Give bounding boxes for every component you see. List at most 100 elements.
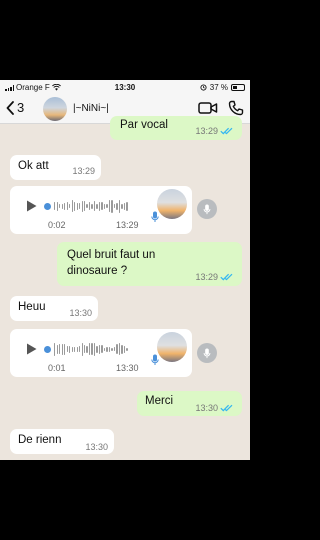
mic-icon <box>151 211 159 222</box>
waveform-bar <box>108 346 111 352</box>
waveform-bar <box>96 203 98 209</box>
waveform-bar <box>98 344 101 354</box>
waveform-bar <box>86 345 88 353</box>
waveform-bar <box>56 344 58 354</box>
waveform-bar <box>54 342 56 356</box>
status-bar: Orange F 13:30 37 % <box>0 80 250 94</box>
chat-screen: Orange F 13:30 37 % 3 |~NiNi~| Par vocal… <box>0 80 250 460</box>
message-time: 13:29 <box>195 126 218 136</box>
phone-call-icon[interactable] <box>228 100 244 116</box>
message-time: 13:30 <box>195 403 218 413</box>
waveform-bar <box>71 346 73 352</box>
playback-dot[interactable] <box>44 345 51 353</box>
waveform-bar <box>76 346 78 352</box>
message-incoming[interactable]: Ok att 13:29 <box>10 155 101 180</box>
voice-message-incoming[interactable]: 0:01 13:30 <box>10 329 192 377</box>
waveform-bar <box>106 346 108 352</box>
voice-forward-button[interactable] <box>197 199 217 219</box>
mic-icon <box>151 354 159 365</box>
waveform-bar <box>111 199 113 213</box>
waveform-bar <box>71 200 73 212</box>
battery-icon <box>231 84 245 91</box>
contact-name[interactable]: |~NiNi~| <box>73 103 109 114</box>
message-text: Ok att <box>18 160 49 172</box>
message-incoming[interactable]: Heuu 13:30 <box>10 296 98 321</box>
message-meta: 13:30 <box>69 308 92 318</box>
waveform-bar <box>103 347 106 351</box>
message-incoming[interactable]: De rienn 13:30 <box>10 429 114 454</box>
voice-duration: 0:01 <box>48 363 66 373</box>
waveform-bar <box>84 201 86 211</box>
microphone-icon <box>203 203 211 214</box>
waveform-bar <box>59 204 61 208</box>
message-time: 13:30 <box>85 442 108 452</box>
message-text: Par vocal <box>120 119 168 131</box>
waveform-bar <box>61 203 63 209</box>
waveform-bar <box>79 203 81 209</box>
waveform-bar <box>96 345 98 353</box>
chevron-left-icon <box>6 100 14 115</box>
message-meta: 13:29 <box>195 126 234 136</box>
waveform-bar <box>113 204 116 208</box>
voice-waveform[interactable] <box>44 199 128 213</box>
play-icon[interactable] <box>26 200 37 212</box>
back-button[interactable]: 3 <box>6 100 24 115</box>
waveform-bar <box>69 204 71 208</box>
waveform-bar <box>56 201 58 211</box>
waveform-bar <box>88 343 91 355</box>
waveform-bar <box>66 346 68 352</box>
waveform-bar <box>81 200 83 212</box>
waveform-bar <box>64 343 66 355</box>
waveform-bar <box>74 346 76 352</box>
waveform-bar <box>101 202 103 210</box>
sender-avatar <box>157 332 187 362</box>
waveform-bar <box>59 344 61 354</box>
waveform-bar <box>91 203 93 209</box>
waveform-bar <box>121 344 123 354</box>
message-outgoing[interactable]: Quel bruit faut un dinosaure ? 13:29 <box>57 242 242 286</box>
waveform-bar <box>103 203 106 209</box>
waveform-bar <box>106 204 108 208</box>
waveform-bar <box>69 345 71 353</box>
video-call-icon[interactable] <box>198 100 218 116</box>
message-time: 13:29 <box>116 220 139 230</box>
waveform-bar <box>81 342 83 356</box>
voice-message-incoming[interactable]: 0:02 13:29 <box>10 186 192 234</box>
unread-count: 3 <box>17 100 25 115</box>
waveform-bar <box>86 204 88 208</box>
waveform-bar <box>126 201 128 211</box>
status-right: 37 % <box>200 83 245 92</box>
message-outgoing[interactable]: Merci 13:30 <box>137 391 242 416</box>
message-list: Par vocal 13:29 Ok att 13:29 0:02 13:29 <box>0 116 250 460</box>
alarm-icon <box>200 84 207 91</box>
playback-dot[interactable] <box>44 202 51 210</box>
waveform-bar <box>123 202 126 210</box>
read-receipt-icon <box>220 273 233 281</box>
voice-forward-button[interactable] <box>197 343 217 363</box>
message-meta: 13:30 <box>195 403 234 413</box>
waveform-bar <box>61 343 63 355</box>
contact-avatar[interactable] <box>43 97 67 121</box>
waveform-bar <box>93 342 96 356</box>
voice-waveform[interactable] <box>44 342 128 356</box>
battery-fill <box>233 86 237 89</box>
waveform-bar <box>121 203 123 209</box>
waveform-bar <box>123 345 126 353</box>
message-text: Quel bruit faut un dinosaure ? <box>67 249 156 277</box>
message-outgoing[interactable]: Par vocal 13:29 <box>110 116 242 140</box>
waveform-bar <box>116 202 118 210</box>
waveform-bar <box>54 202 56 210</box>
microphone-icon <box>203 347 211 358</box>
message-text: Merci <box>145 395 174 407</box>
message-meta: 13:30 <box>85 442 108 452</box>
waveform-bar <box>118 199 121 213</box>
message-time: 13:30 <box>116 363 139 373</box>
waveform-bar <box>116 344 118 354</box>
header-actions <box>198 100 244 116</box>
waveform-bar <box>93 201 96 211</box>
message-time: 13:29 <box>72 166 95 176</box>
waveform-bar <box>64 202 66 210</box>
read-receipt-icon <box>220 127 233 135</box>
play-icon[interactable] <box>26 343 37 355</box>
waveform-bar <box>91 343 93 355</box>
